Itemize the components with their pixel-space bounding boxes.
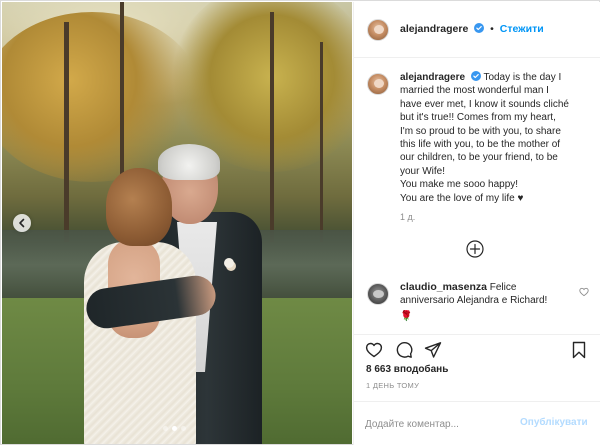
caption-line: Today is the day I [483,72,562,83]
heart-icon[interactable] [365,341,383,359]
instagram-post: alejandragere • Стежити alejandragere To… [0,0,600,445]
carousel-dot [181,426,186,431]
post-photo[interactable] [2,2,352,444]
commenter-avatar[interactable] [367,283,389,305]
comments-section: alejandragere Today is the day I married… [354,59,600,334]
caption-avatar[interactable] [367,73,389,95]
chevron-left-icon [19,218,25,228]
rose-emoji: 🌹 [400,310,413,322]
carousel-dot-active [172,426,177,431]
publish-button[interactable]: Опублікувати [520,417,588,428]
caption-line: married the most wonderful man I [400,85,549,97]
post-timestamp[interactable]: 1 ДЕНЬ ТОМУ [366,381,419,390]
add-comment-bar: Опублікувати [354,401,600,445]
caption-line: but it's true!! Comes from my heart, [400,112,556,124]
plus-circle-icon[interactable] [466,240,484,258]
follow-button[interactable]: Стежити [500,23,544,35]
caption-line: this life with you, to be the mother of [400,139,561,151]
bookmark-icon[interactable] [570,341,588,359]
comment-like-heart-icon[interactable] [579,287,589,297]
post-header: alejandragere • Стежити [354,2,600,58]
caption-line: You are the love of my life ♥ [400,192,524,204]
caption-line: I'm so proud to be with you, to share [400,125,561,137]
likes-count[interactable]: 8 663 вподобань [366,364,448,375]
carousel-dot [163,426,168,431]
comment-input[interactable] [365,414,515,434]
commenter-username[interactable]: claudio_masenza [400,281,487,293]
caption-line: have ever met, I know it sounds cliché [400,98,569,110]
caption-line: your Wife! [400,165,446,177]
post-side-panel: alejandragere • Стежити alejandragere To… [353,2,600,445]
separator-dot: • [490,23,494,35]
caption-age: 1 д. [400,212,416,222]
action-bar [354,334,600,364]
author-line: alejandragere • Стежити [400,23,544,35]
share-icon[interactable] [424,341,442,359]
previous-slide-button[interactable] [13,214,31,232]
comment-icon[interactable] [395,341,413,359]
author-avatar[interactable] [367,19,389,41]
caption-line: You make me sooo happy! [400,179,519,191]
verified-badge-icon [474,23,485,33]
author-username[interactable]: alejandragere [400,23,468,35]
caption-line: our children, to be your friend, to be [400,152,558,164]
carousel-dots [163,426,186,431]
caption-username[interactable]: alejandragere [400,72,465,83]
verified-badge-icon [470,71,481,81]
